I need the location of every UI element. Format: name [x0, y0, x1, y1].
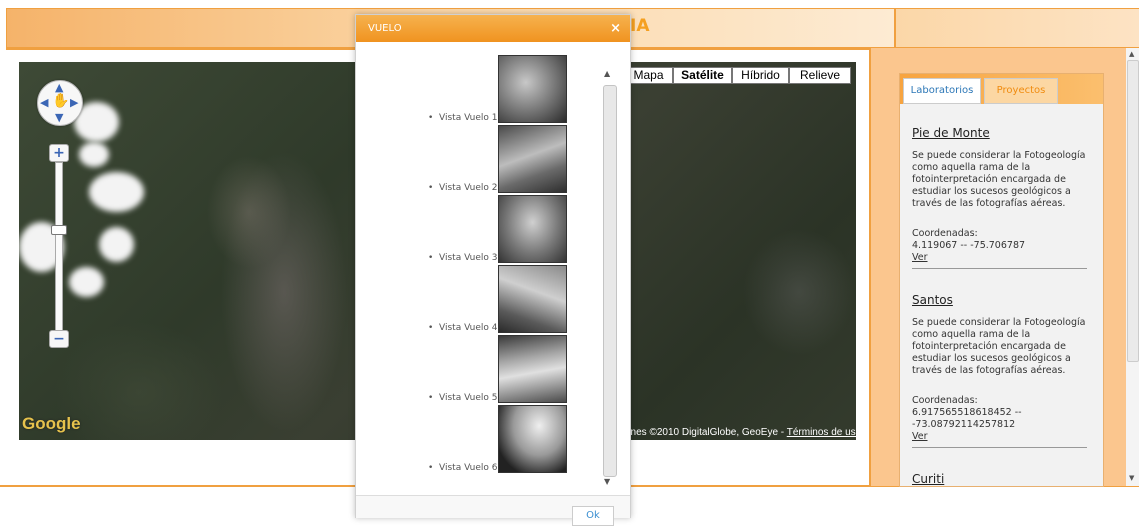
scrollbar-thumb[interactable] [603, 85, 617, 477]
scroll-down-icon[interactable]: ▼ [604, 477, 610, 486]
list-item: • Vista Vuelo 2 [356, 125, 606, 195]
coords-label: Coordenadas: [912, 395, 978, 406]
zoom-slider-handle[interactable] [51, 225, 67, 235]
copyright-text: enes ©2010 DigitalGlobe, GeoEye - [625, 427, 787, 438]
view-link[interactable]: Ver [912, 252, 1092, 264]
dialog-body: • Vista Vuelo 1 • Vista Vuelo 2 • Vista … [356, 43, 630, 493]
project-description: Se puede considerar la Fotogeología como… [912, 150, 1086, 209]
flight-thumbnail[interactable] [498, 125, 567, 193]
flight-thumbnail[interactable] [498, 405, 567, 473]
hand-icon: ✋ [52, 93, 70, 109]
zoom-out-button[interactable]: − [49, 330, 69, 348]
flight-label: • Vista Vuelo 6 [428, 463, 498, 473]
zoom-slider[interactable] [55, 162, 63, 334]
pan-down-icon[interactable]: ▼ [55, 111, 63, 124]
sidebar: Laboratorios Proyectos Pie de Monte Se p… [869, 48, 1128, 487]
list-item: • Vista Vuelo 1 [356, 55, 606, 125]
dialog-footer: Ok [356, 495, 630, 526]
close-icon[interactable]: × [610, 15, 621, 42]
map-copyright: enes ©2010 DigitalGlobe, GeoEye - Términ… [625, 427, 856, 438]
scroll-up-icon[interactable]: ▲ [604, 69, 610, 78]
tab-laboratorios[interactable]: Laboratorios [903, 78, 981, 104]
list-item: • Vista Vuelo 6 [356, 405, 606, 475]
divider [912, 268, 1087, 269]
project-item: Pie de Monte Se puede considerar la Foto… [912, 126, 1092, 269]
coords-value: 4.119067 -- -75.706787 [912, 240, 1026, 251]
flight-thumbnail[interactable] [498, 335, 567, 403]
list-item: • Vista Vuelo 5 [356, 335, 606, 405]
tab-bar: Laboratorios Proyectos [900, 74, 1103, 104]
maptype-satellite-button[interactable]: Satélite [673, 67, 732, 84]
flight-label: • Vista Vuelo 1 [428, 113, 498, 123]
list-item: • Vista Vuelo 3 [356, 195, 606, 265]
page-header-right [895, 8, 1139, 48]
flight-label: • Vista Vuelo 4 [428, 323, 498, 333]
flight-thumbnail[interactable] [498, 55, 567, 123]
coords-label: Coordenadas: [912, 228, 978, 239]
cloud [89, 172, 144, 212]
flight-thumbnail[interactable] [498, 195, 567, 263]
scroll-up-icon[interactable]: ▲ [1129, 50, 1134, 58]
list-item: • Vista Vuelo 4 [356, 265, 606, 335]
project-title[interactable]: Santos [912, 293, 1092, 307]
page-title: IA [630, 16, 650, 36]
flight-label: • Vista Vuelo 5 [428, 393, 498, 403]
flight-thumbnail[interactable] [498, 265, 567, 333]
project-item: Curiti [912, 472, 1092, 486]
zoom-in-button[interactable]: + [49, 144, 69, 162]
dialog-scrollbar[interactable]: ▲ ▼ [603, 69, 617, 489]
dialog-titlebar[interactable]: VUELO × [356, 15, 630, 42]
flight-label: • Vista Vuelo 2 [428, 183, 498, 193]
maptype-mapa-button[interactable]: Mapa [624, 67, 673, 84]
terms-of-use-link[interactable]: Términos de uso [787, 427, 856, 438]
cloud [79, 142, 109, 167]
tab-proyectos[interactable]: Proyectos [984, 78, 1058, 104]
view-link[interactable]: Ver [912, 431, 1092, 443]
maptype-relief-button[interactable]: Relieve [789, 67, 851, 84]
projects-panel: Laboratorios Proyectos Pie de Monte Se p… [899, 73, 1104, 487]
project-item: Santos Se puede considerar la Fotogeolog… [912, 293, 1092, 448]
scrollbar-thumb[interactable] [1127, 60, 1139, 362]
cloud [99, 227, 134, 262]
flight-dialog: VUELO × • Vista Vuelo 1 • Vista Vuelo 2 … [355, 14, 631, 526]
divider [912, 447, 1087, 448]
page-scrollbar[interactable]: ▲ ▼ [1126, 48, 1139, 486]
maptype-hybrid-button[interactable]: Híbrido [732, 67, 789, 84]
dialog-title: VUELO [368, 23, 402, 34]
coords-value: 6.917565518618452 -- -73.08792114257812 [912, 407, 1022, 430]
pan-left-icon[interactable]: ◀ [40, 96, 48, 109]
google-logo: Google [22, 414, 81, 433]
cloud [69, 267, 104, 297]
project-description: Se puede considerar la Fotogeología como… [912, 317, 1086, 376]
map-pan-control[interactable]: ▲ ◀ ▶ ▼ ✋ [37, 80, 83, 126]
scroll-down-icon[interactable]: ▼ [1129, 474, 1134, 482]
ok-button[interactable]: Ok [572, 506, 614, 526]
project-title[interactable]: Curiti [912, 472, 1092, 486]
project-title[interactable]: Pie de Monte [912, 126, 1092, 140]
pan-right-icon[interactable]: ▶ [70, 96, 78, 109]
flight-label: • Vista Vuelo 3 [428, 253, 498, 263]
